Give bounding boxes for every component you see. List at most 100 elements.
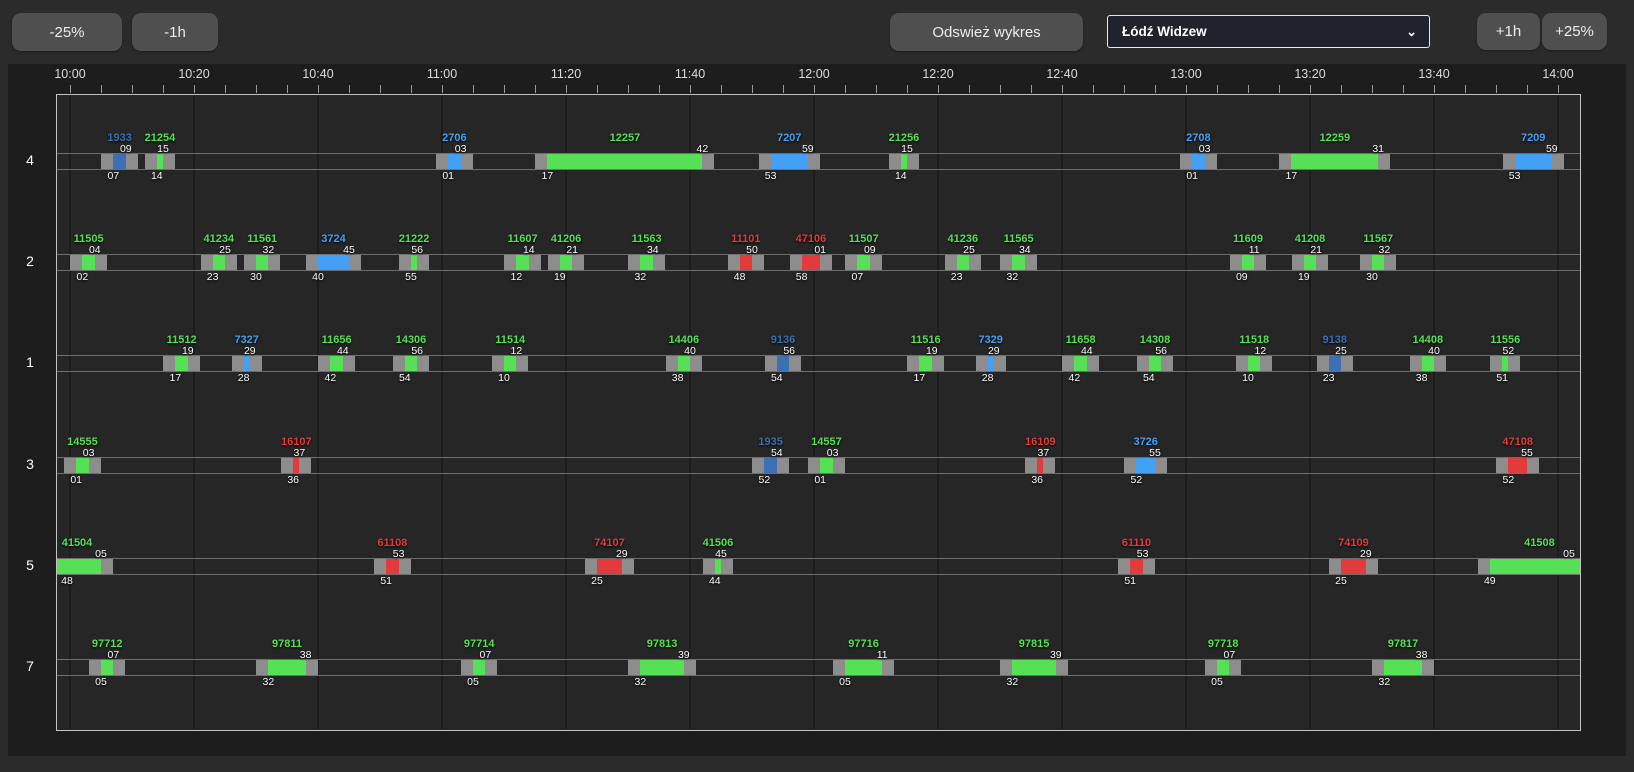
occupancy-bar[interactable] bbox=[448, 154, 460, 169]
occupancy-bar[interactable] bbox=[175, 356, 187, 371]
arrival-minute-label: 58 bbox=[796, 271, 808, 283]
occupancy-bar[interactable] bbox=[1130, 559, 1142, 574]
occupancy-bar[interactable] bbox=[256, 255, 268, 270]
departure-minute-label: 38 bbox=[1416, 649, 1428, 661]
occupancy-bar[interactable] bbox=[1192, 154, 1204, 169]
occupancy-bar[interactable] bbox=[845, 660, 882, 675]
occupancy-bar[interactable] bbox=[1037, 458, 1043, 473]
arrival-minute-label: 02 bbox=[77, 271, 89, 283]
occupancy-bar[interactable] bbox=[330, 356, 342, 371]
occupancy-bar[interactable] bbox=[244, 356, 250, 371]
occupancy-bar[interactable] bbox=[76, 458, 88, 473]
track-rail bbox=[57, 675, 1580, 676]
departure-minute-label: 19 bbox=[926, 345, 938, 357]
arrival-minute-label: 28 bbox=[982, 372, 994, 384]
occupancy-bar[interactable] bbox=[386, 559, 398, 574]
occupancy-bar[interactable] bbox=[901, 154, 907, 169]
time-axis-label: 12:20 bbox=[922, 67, 953, 81]
occupancy-bar[interactable] bbox=[1149, 356, 1161, 371]
occupancy-bar[interactable] bbox=[157, 154, 163, 169]
occupancy-bar[interactable] bbox=[640, 255, 652, 270]
occupancy-bar[interactable] bbox=[101, 660, 113, 675]
occupancy-bar[interactable] bbox=[473, 660, 485, 675]
occupancy-bar[interactable] bbox=[777, 356, 789, 371]
occupancy-bar[interactable] bbox=[988, 356, 994, 371]
shift-forward-1h-button[interactable]: +1h bbox=[1477, 13, 1540, 50]
arrival-minute-label: 32 bbox=[635, 271, 647, 283]
occupancy-bar[interactable] bbox=[113, 154, 125, 169]
occupancy-bar[interactable] bbox=[1136, 458, 1155, 473]
occupancy-bar[interactable] bbox=[715, 559, 721, 574]
occupancy-bar[interactable] bbox=[293, 458, 299, 473]
occupancy-bar[interactable] bbox=[802, 255, 821, 270]
occupancy-bar[interactable] bbox=[1515, 154, 1552, 169]
occupancy-bar[interactable] bbox=[1384, 660, 1421, 675]
occupancy-bar[interactable] bbox=[560, 255, 572, 270]
axis-tick bbox=[1434, 85, 1435, 93]
occupancy-bar[interactable] bbox=[516, 255, 528, 270]
refresh-chart-button[interactable]: Odswież wykres bbox=[890, 13, 1083, 51]
occupancy-bar[interactable] bbox=[213, 255, 225, 270]
occupancy-bar[interactable] bbox=[1304, 255, 1316, 270]
arrival-minute-label: 36 bbox=[287, 474, 299, 486]
axis-tick bbox=[752, 85, 753, 93]
occupancy-bar[interactable] bbox=[957, 255, 969, 270]
arrival-minute-label: 51 bbox=[1496, 372, 1508, 384]
occupancy-bar[interactable] bbox=[411, 255, 417, 270]
axis-tick bbox=[783, 85, 784, 93]
occupancy-bar[interactable] bbox=[547, 154, 702, 169]
occupancy-bar[interactable] bbox=[857, 255, 869, 270]
axis-tick bbox=[659, 85, 660, 93]
occupancy-bar[interactable] bbox=[764, 458, 776, 473]
occupancy-bar[interactable] bbox=[1490, 559, 1580, 574]
occupancy-bar[interactable] bbox=[678, 356, 690, 371]
arrival-minute-label: 01 bbox=[814, 474, 826, 486]
occupancy-bar[interactable] bbox=[597, 559, 622, 574]
occupancy-bar[interactable] bbox=[1508, 458, 1527, 473]
occupancy-bar[interactable] bbox=[318, 255, 349, 270]
arrival-minute-label: 48 bbox=[734, 271, 746, 283]
occupancy-bar[interactable] bbox=[740, 255, 752, 270]
occupancy-bar[interactable] bbox=[57, 559, 101, 574]
occupancy-bar[interactable] bbox=[405, 356, 417, 371]
occupancy-bar[interactable] bbox=[82, 255, 94, 270]
departure-minute-label: 05 bbox=[95, 548, 107, 560]
occupancy-bar[interactable] bbox=[1502, 356, 1508, 371]
occupancy-bar[interactable] bbox=[1012, 255, 1024, 270]
arrival-minute-label: 17 bbox=[542, 170, 554, 182]
occupancy-bar[interactable] bbox=[820, 458, 832, 473]
occupancy-bar[interactable] bbox=[1372, 255, 1384, 270]
departure-minute-label: 56 bbox=[411, 345, 423, 357]
zoom-out-button[interactable]: -25% bbox=[12, 13, 122, 51]
zoom-in-button[interactable]: +25% bbox=[1542, 13, 1607, 50]
axis-tick bbox=[814, 85, 815, 93]
occupancy-bar[interactable] bbox=[1291, 154, 1378, 169]
occupancy-bar[interactable] bbox=[1242, 255, 1254, 270]
occupancy-bar[interactable] bbox=[771, 154, 808, 169]
occupancy-bar[interactable] bbox=[640, 660, 683, 675]
shift-back-1h-button[interactable]: -1h bbox=[132, 13, 218, 51]
chevron-down-icon: ⌄ bbox=[1406, 25, 1417, 38]
occupancy-bar[interactable] bbox=[1329, 356, 1341, 371]
occupancy-bar[interactable] bbox=[504, 356, 516, 371]
departure-minute-label: 15 bbox=[901, 143, 913, 155]
occupancy-bar[interactable] bbox=[919, 356, 931, 371]
occupancy-bar[interactable] bbox=[1074, 356, 1086, 371]
arrival-minute-label: 32 bbox=[1379, 676, 1391, 688]
axis-tick bbox=[256, 85, 257, 93]
occupancy-bar[interactable] bbox=[1217, 660, 1229, 675]
departure-minute-label: 09 bbox=[864, 244, 876, 256]
departure-minute-label: 56 bbox=[411, 244, 423, 256]
occupancy-bar[interactable] bbox=[1248, 356, 1260, 371]
occupancy-bar[interactable] bbox=[1341, 559, 1366, 574]
arrival-minute-label: 38 bbox=[672, 372, 684, 384]
departure-minute-label: 31 bbox=[1372, 143, 1384, 155]
train-number-label: 97716 bbox=[848, 638, 879, 650]
time-axis-label: 13:20 bbox=[1294, 67, 1325, 81]
occupancy-bar[interactable] bbox=[1012, 660, 1055, 675]
arrival-minute-label: 23 bbox=[207, 271, 219, 283]
station-select[interactable]: Łódź Widzew ⌄ bbox=[1107, 15, 1430, 48]
arrival-minute-label: 09 bbox=[1236, 271, 1248, 283]
occupancy-bar[interactable] bbox=[268, 660, 305, 675]
occupancy-bar[interactable] bbox=[1422, 356, 1434, 371]
